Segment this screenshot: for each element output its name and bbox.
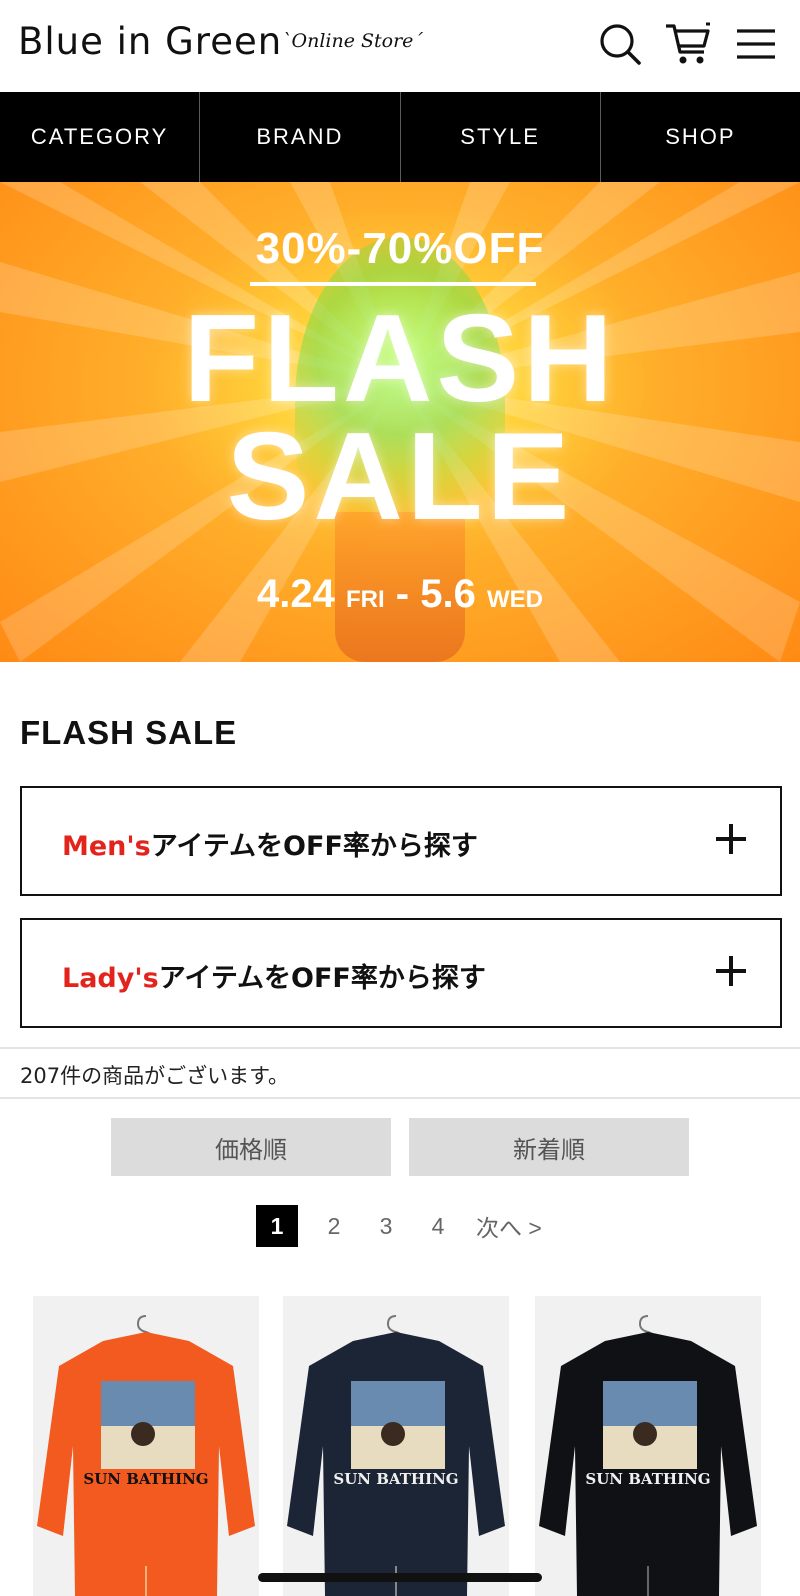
accordion-ladys-off-rate[interactable]: Lady'sアイテムをOFF率から探す (20, 918, 782, 1028)
banner-dates: 4.24 FRI - 5.6 WED (0, 572, 800, 617)
sort-by-price-button[interactable]: 価格順 (111, 1118, 391, 1176)
banner-title-line1: FLASH (183, 290, 617, 428)
accordion-highlight: Lady's (62, 963, 159, 994)
accordion-label: Lady'sアイテムをOFF率から探す (62, 956, 486, 995)
nav-item-category[interactable]: CATEGORY (0, 92, 201, 182)
plus-icon[interactable] (716, 956, 746, 986)
menu-icon[interactable] (732, 18, 780, 70)
site-logo[interactable]: Blue in Green (18, 20, 282, 63)
product-card[interactable]: SUN BATHING (33, 1296, 259, 1596)
next-page-link[interactable]: 次へ > (476, 1205, 542, 1247)
accordion-text: アイテムをOFF率から探す (150, 831, 478, 862)
banner-title: FLASH SALE (0, 290, 800, 546)
nav-item-style[interactable]: STYLE (401, 92, 601, 182)
page-link-3[interactable]: 3 (360, 1205, 412, 1247)
result-count: 207件の商品がございます。 (20, 1064, 289, 1088)
banner-discount: 30%-70%OFF (255, 224, 545, 273)
home-indicator[interactable] (258, 1573, 542, 1582)
nav-item-brand[interactable]: BRAND (200, 92, 401, 182)
section-title: FLASH SALE (20, 714, 238, 751)
accordion-highlight: Men's (62, 831, 151, 862)
flash-sale-banner[interactable]: 30%-70%OFF FLASH SALE 4.24 FRI - 5.6 WED (0, 182, 800, 662)
plus-icon[interactable] (716, 824, 746, 854)
jacket-print-text: SUN BATHING (83, 1470, 208, 1488)
sort-by-newest-button[interactable]: 新着順 (409, 1118, 689, 1176)
jacket-image: SUN BATHING (37, 1315, 255, 1596)
pagination: 1 2 3 4 次へ > (256, 1205, 542, 1247)
banner-date-separator: - (395, 572, 410, 616)
category-nav: CATEGORY BRAND STYLE SHOP (0, 92, 800, 182)
search-icon[interactable] (596, 18, 644, 70)
accordion-text: アイテムをOFF率から探す (158, 963, 486, 994)
nav-item-shop[interactable]: SHOP (601, 92, 800, 182)
jacket-image: SUN BATHING (287, 1315, 505, 1596)
banner-date-end: 5.6 (420, 572, 476, 616)
page-link-2[interactable]: 2 (308, 1205, 360, 1247)
jacket-image: SUN BATHING (539, 1315, 757, 1596)
jacket-print-text: SUN BATHING (333, 1470, 458, 1488)
page-link-1[interactable]: 1 (256, 1205, 298, 1247)
banner-date-end-day: WED (486, 586, 543, 613)
accordion-mens-off-rate[interactable]: Men'sアイテムをOFF率から探す (20, 786, 782, 896)
banner-date-start: 4.24 (257, 572, 335, 616)
banner-date-start-day: FRI (346, 586, 385, 613)
product-card[interactable]: SUN BATHING (535, 1296, 761, 1596)
page-link-4[interactable]: 4 (412, 1205, 464, 1247)
jacket-print-text: SUN BATHING (585, 1470, 710, 1488)
banner-discount-underline (250, 282, 536, 286)
accordion-label: Men'sアイテムをOFF率から探す (62, 824, 478, 863)
product-card[interactable]: SUN BATHING (283, 1296, 509, 1596)
cart-icon[interactable] (664, 18, 712, 70)
site-logo-subtitle: `Online Store´ (282, 30, 423, 52)
result-count-bar: 207件の商品がございます。 (0, 1047, 800, 1099)
site-header: Blue in Green `Online Store´ (0, 0, 800, 92)
banner-title-line2: SALE (226, 408, 574, 546)
